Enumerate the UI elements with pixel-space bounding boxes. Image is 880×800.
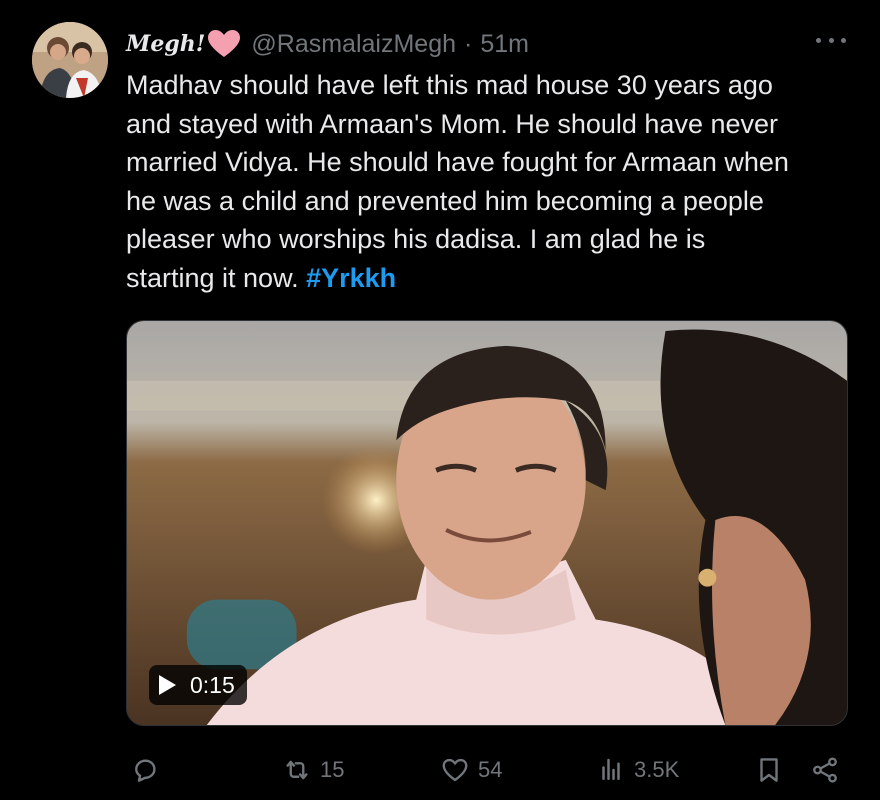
repost-icon — [286, 760, 308, 780]
views-button[interactable]: 3.5K — [596, 748, 679, 792]
avatar-image — [32, 22, 108, 98]
reply-button[interactable] — [130, 748, 160, 792]
avatar[interactable] — [32, 22, 108, 98]
display-name[interactable]: Megh! — [126, 31, 205, 57]
video-player[interactable]: 0:15 — [126, 320, 848, 726]
more-options-icon[interactable] — [816, 34, 846, 46]
like-button[interactable]: 54 — [440, 748, 502, 792]
heart-icon — [442, 758, 468, 782]
video-duration-badge[interactable]: 0:15 — [149, 665, 247, 705]
repost-count: 15 — [320, 757, 345, 782]
video-duration: 0:15 — [190, 671, 235, 698]
timestamp[interactable]: 51m — [480, 30, 529, 59]
bookmark-icon — [760, 758, 778, 782]
repost-button[interactable]: 15 — [282, 748, 344, 792]
share-icon — [813, 757, 837, 783]
tweet-actions: 15 54 3.5K — [126, 748, 846, 792]
play-icon[interactable] — [159, 675, 176, 695]
tweet-text: Madhav should have left this mad house 3… — [126, 66, 856, 297]
hashtag-link[interactable]: #Yrkkh — [306, 263, 396, 293]
share-button[interactable] — [810, 748, 840, 792]
bookmark-button[interactable] — [754, 748, 784, 792]
user-handle[interactable]: @RasmalaizMegh — [251, 30, 456, 59]
tweet-body: Madhav should have left this mad house 3… — [126, 70, 789, 293]
pink-heart-icon — [208, 30, 241, 57]
reply-icon — [135, 759, 156, 782]
tweet-header: Megh! @RasmalaizMegh · 51m — [126, 24, 529, 64]
separator-dot: · — [464, 29, 473, 58]
views-icon — [602, 758, 620, 780]
like-count: 54 — [478, 757, 503, 782]
view-count: 3.5K — [634, 757, 680, 782]
